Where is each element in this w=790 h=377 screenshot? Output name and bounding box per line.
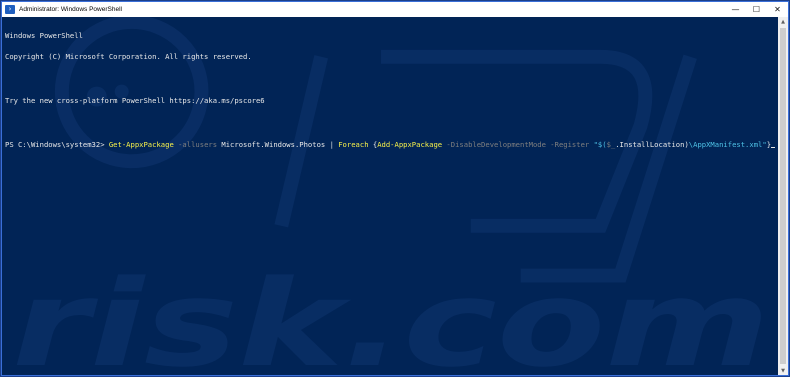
scroll-up-arrow-icon[interactable]: ▲ xyxy=(778,17,788,26)
title-bar[interactable]: › Administrator: Windows PowerShell — ☐ … xyxy=(2,2,788,17)
console-area[interactable]: risk.com Windows PowerShell Copyright (C… xyxy=(2,17,778,375)
console-line: Copyright (C) Microsoft Corporation. All… xyxy=(5,52,252,62)
cmdlet-token: Foreach xyxy=(338,140,369,150)
argument-token: Microsoft.Windows.Photos | xyxy=(217,140,339,150)
watermark-text: risk.com xyxy=(12,255,770,375)
command-line[interactable]: PS C:\Windows\system32> Get-AppxPackage … xyxy=(5,140,776,150)
prompt: PS C:\Windows\system32> xyxy=(5,140,109,150)
cmdlet-token: Add-AppxPackage xyxy=(377,140,443,150)
cmdlet-token: Get-AppxPackage xyxy=(108,140,174,150)
scrollbar-thumb[interactable] xyxy=(780,28,786,364)
minimize-button[interactable]: — xyxy=(725,2,746,17)
console-output: Windows PowerShell Copyright (C) Microso… xyxy=(5,17,776,163)
text-cursor xyxy=(771,146,776,149)
scroll-down-arrow-icon[interactable]: ▼ xyxy=(778,366,788,375)
maximize-button[interactable]: ☐ xyxy=(746,2,767,17)
powershell-window: › Administrator: Windows PowerShell — ☐ … xyxy=(1,1,789,376)
variable-token: $_ xyxy=(606,140,616,150)
console-line: Windows PowerShell xyxy=(5,30,83,40)
string-token: "$( xyxy=(593,140,607,150)
powershell-icon: › xyxy=(5,5,15,14)
window-controls: — ☐ ✕ xyxy=(725,2,788,17)
string-token: \AppXManifest.xml" xyxy=(688,140,767,150)
brace-token: { xyxy=(368,140,378,150)
close-button[interactable]: ✕ xyxy=(767,2,788,17)
parameter-token: -DisableDevelopmentMode -Register xyxy=(442,140,594,150)
vertical-scrollbar[interactable]: ▲ ▼ xyxy=(778,17,788,375)
parameter-token: -allusers xyxy=(173,140,218,150)
window-title: Administrator: Windows PowerShell xyxy=(19,6,122,13)
console-line: Try the new cross-platform PowerShell ht… xyxy=(5,96,265,106)
property-token: .InstallLocation) xyxy=(615,140,689,150)
